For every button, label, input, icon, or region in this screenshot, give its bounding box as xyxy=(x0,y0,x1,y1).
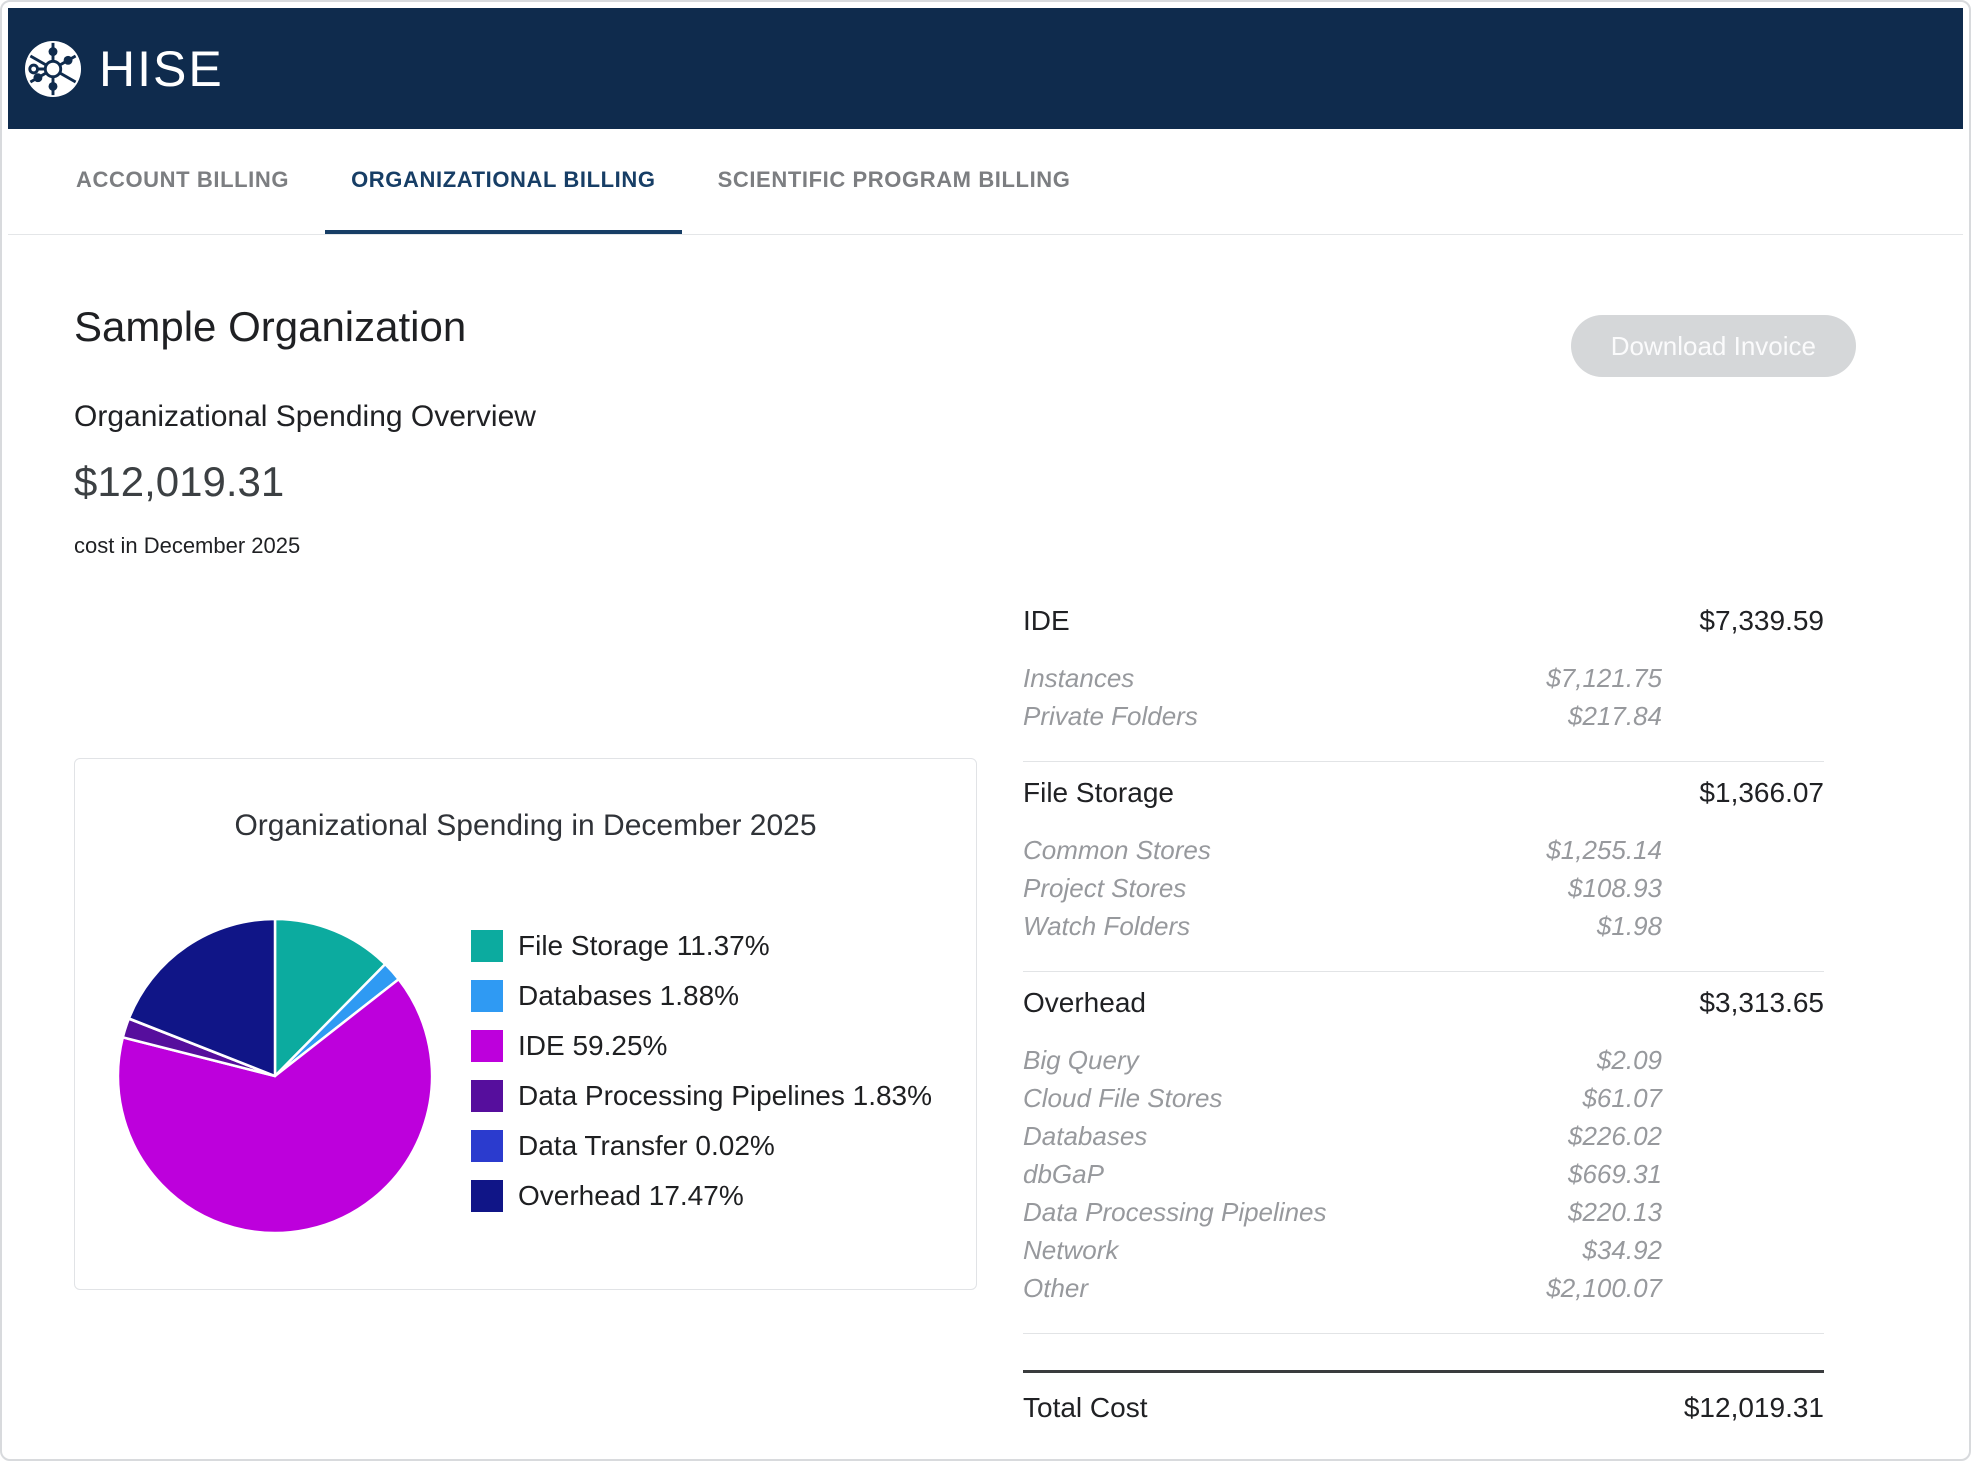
section-label: Overhead xyxy=(1023,986,1146,1019)
legend-item: IDE 59.25% xyxy=(471,1030,932,1062)
legend-item: Databases 1.88% xyxy=(471,980,932,1012)
total-spend-amount: $12,019.31 xyxy=(74,458,284,506)
brand-name: HISE xyxy=(99,44,224,94)
legend-swatch xyxy=(471,1080,503,1112)
breakdown-row: Instances$7,121.75 xyxy=(1023,659,1824,697)
section-amount: $3,313.65 xyxy=(1699,986,1824,1019)
app-header: HISE xyxy=(8,8,1963,129)
breakdown-item-amount: $220.13 xyxy=(1442,1193,1662,1231)
cost-breakdown: IDE $7,339.59 Instances$7,121.75Private Fo… xyxy=(1023,590,1824,1424)
section-amount: $1,366.07 xyxy=(1699,776,1824,809)
total-cost-label: Total Cost xyxy=(1023,1391,1148,1424)
breakdown-item-label: Common Stores xyxy=(1023,831,1442,869)
breakdown-row: Network$34.92 xyxy=(1023,1231,1824,1269)
legend-swatch xyxy=(471,930,503,962)
breakdown-item-amount: $217.84 xyxy=(1442,697,1662,735)
breakdown-item-label: dbGaP xyxy=(1023,1155,1442,1193)
breakdown-item-label: Watch Folders xyxy=(1023,907,1442,945)
breakdown-row: Project Stores$108.93 xyxy=(1023,869,1824,907)
breakdown-section-header: Overhead $3,313.65 xyxy=(1023,972,1824,1041)
breakdown-item-amount: $669.31 xyxy=(1442,1155,1662,1193)
tab-scientific-program-billing[interactable]: SCIENTIFIC PROGRAM BILLING xyxy=(692,129,1097,234)
breakdown-item-amount: $7,121.75 xyxy=(1442,659,1662,697)
cost-breakdown-sections: IDE $7,339.59 Instances$7,121.75Private Fo… xyxy=(1023,590,1824,1334)
legend-swatch xyxy=(471,980,503,1012)
download-invoice-button[interactable]: Download Invoice xyxy=(1571,315,1856,377)
breakdown-row: Private Folders$217.84 xyxy=(1023,697,1824,735)
legend-label: Data Processing Pipelines 1.83% xyxy=(518,1080,932,1112)
app-window: HISE ACCOUNT BILLING ORGANIZATIONAL BILL… xyxy=(0,0,1971,1461)
breakdown-item-label: Instances xyxy=(1023,659,1442,697)
breakdown-item-label: Network xyxy=(1023,1231,1442,1269)
legend-label: Databases 1.88% xyxy=(518,980,739,1012)
legend-item: Data Transfer 0.02% xyxy=(471,1130,932,1162)
section-label: IDE xyxy=(1023,604,1070,637)
legend-swatch xyxy=(471,1030,503,1062)
legend-item: Overhead 17.47% xyxy=(471,1180,932,1212)
breakdown-item-amount: $61.07 xyxy=(1442,1079,1662,1117)
chart-title: Organizational Spending in December 2025 xyxy=(75,809,976,843)
breakdown-item-amount: $108.93 xyxy=(1442,869,1662,907)
breakdown-row: Big Query$2.09 xyxy=(1023,1041,1824,1079)
spending-chart-card: Organizational Spending in December 2025… xyxy=(74,758,977,1290)
legend-swatch xyxy=(471,1180,503,1212)
legend-label: Data Transfer 0.02% xyxy=(518,1130,775,1162)
legend-label: Overhead 17.47% xyxy=(518,1180,744,1212)
section-amount: $7,339.59 xyxy=(1699,604,1824,637)
legend-item: File Storage 11.37% xyxy=(471,930,932,962)
breakdown-item-label: Private Folders xyxy=(1023,697,1442,735)
legend-swatch xyxy=(471,1130,503,1162)
breakdown-item-label: Other xyxy=(1023,1269,1442,1307)
legend-label: IDE 59.25% xyxy=(518,1030,667,1062)
breakdown-item-amount: $2,100.07 xyxy=(1442,1269,1662,1307)
breakdown-section: File Storage $1,366.07 Common Stores$1,255… xyxy=(1023,762,1824,972)
billing-tabbar: ACCOUNT BILLING ORGANIZATIONAL BILLING S… xyxy=(8,129,1963,235)
breakdown-item-amount: $34.92 xyxy=(1442,1231,1662,1269)
breakdown-section-header: IDE $7,339.59 xyxy=(1023,590,1824,659)
breakdown-item-amount: $1.98 xyxy=(1442,907,1662,945)
breakdown-row: dbGaP$669.31 xyxy=(1023,1155,1824,1193)
breakdown-section: Overhead $3,313.65 Big Query$2.09Cloud Fil… xyxy=(1023,972,1824,1334)
breakdown-item-label: Data Processing Pipelines xyxy=(1023,1193,1442,1231)
breakdown-row: Data Processing Pipelines$220.13 xyxy=(1023,1193,1824,1231)
hise-logo-icon xyxy=(24,40,82,98)
breakdown-item-label: Databases xyxy=(1023,1117,1442,1155)
chart-legend: File Storage 11.37% Databases 1.88% IDE 59… xyxy=(471,930,932,1230)
breakdown-row: Cloud File Stores$61.07 xyxy=(1023,1079,1824,1117)
breakdown-section: IDE $7,339.59 Instances$7,121.75Private Fo… xyxy=(1023,590,1824,762)
period-caption: cost in December 2025 xyxy=(74,533,300,559)
legend-item: Data Processing Pipelines 1.83% xyxy=(471,1080,932,1112)
breakdown-item-amount: $1,255.14 xyxy=(1442,831,1662,869)
organization-name: Sample Organization xyxy=(74,302,466,352)
tab-organizational-billing[interactable]: ORGANIZATIONAL BILLING xyxy=(325,129,681,234)
breakdown-item-label: Cloud File Stores xyxy=(1023,1079,1442,1117)
breakdown-row: Common Stores$1,255.14 xyxy=(1023,831,1824,869)
breakdown-item-amount: $2.09 xyxy=(1442,1041,1662,1079)
legend-label: File Storage 11.37% xyxy=(518,930,770,962)
tab-account-billing[interactable]: ACCOUNT BILLING xyxy=(50,129,315,234)
spending-overview-title: Organizational Spending Overview xyxy=(74,400,536,434)
breakdown-section-header: File Storage $1,366.07 xyxy=(1023,762,1824,831)
spending-pie-chart xyxy=(115,916,435,1236)
breakdown-item-label: Big Query xyxy=(1023,1041,1442,1079)
total-cost-row: Total Cost $12,019.31 xyxy=(1023,1370,1824,1424)
total-cost-amount: $12,019.31 xyxy=(1684,1391,1824,1424)
breakdown-item-label: Project Stores xyxy=(1023,869,1442,907)
breakdown-row: Databases$226.02 xyxy=(1023,1117,1824,1155)
breakdown-row: Other$2,100.07 xyxy=(1023,1269,1824,1307)
section-label: File Storage xyxy=(1023,776,1174,809)
breakdown-row: Watch Folders$1.98 xyxy=(1023,907,1824,945)
breakdown-item-amount: $226.02 xyxy=(1442,1117,1662,1155)
